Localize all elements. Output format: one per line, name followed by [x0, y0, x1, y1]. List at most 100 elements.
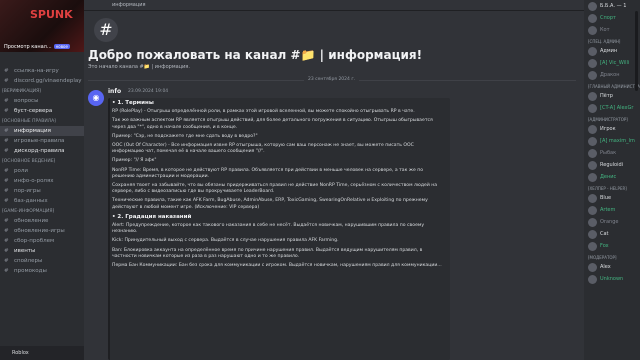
sidebar-item-channel[interactable]: # буст-сервера — [0, 106, 84, 116]
channel-label: ⁅GAME-ИНФОРМАЦИЯ⁆ — [2, 209, 55, 214]
sidebar-item-channel[interactable]: # сбор-проблем — [0, 236, 84, 246]
channel-label: ссылка-на-игру — [14, 68, 59, 74]
author-avatar[interactable]: ◉ — [88, 90, 104, 106]
channel-label: ивенты — [14, 248, 36, 254]
sidebar-item-channel[interactable]: # инфо-о-ролях — [0, 176, 84, 186]
member-item[interactable]: Пётр — [584, 90, 640, 102]
avatar — [588, 71, 597, 80]
member-role-header: ⁅СПЕЦ. АДМИН⁆ — [588, 39, 621, 44]
member-item[interactable]: Игрок — [584, 123, 640, 135]
member-item[interactable]: Б.Б.А. — 1 — [584, 0, 640, 12]
hash-icon: # — [4, 168, 9, 174]
hash-icon: # — [4, 128, 9, 134]
message-author[interactable]: info — [108, 88, 121, 95]
hash-icon: # — [4, 228, 9, 234]
hash-icon: # — [4, 248, 9, 254]
server-banner[interactable]: SPUNK Просмотр канал... новое — [0, 0, 84, 52]
member-item[interactable]: Orange — [584, 216, 640, 228]
channel-category[interactable]: ⁅GAME-ИНФОРМАЦИЯ⁆ — [0, 206, 84, 216]
member-role-header: ⁅МОДЕРАТОР⁆ — [588, 255, 617, 260]
hash-icon: # — [4, 98, 9, 104]
member-item[interactable]: Спорт — [584, 12, 640, 24]
sidebar-item-channel[interactable]: # дискорд-правила — [0, 146, 84, 156]
sidebar-item-channel[interactable]: # ссылка-на-игру — [0, 66, 84, 76]
member-name: Пётр — [600, 93, 613, 99]
sidebar-item-channel[interactable]: # информация — [0, 126, 84, 136]
rules-paragraph: Alert: Предупреждение, которое как таков… — [112, 223, 425, 235]
avatar — [588, 47, 597, 56]
member-item[interactable]: Fox — [584, 240, 640, 252]
avatar — [588, 14, 597, 23]
hash-icon: # — [4, 148, 9, 154]
sidebar-item-channel[interactable]: # промокоды — [0, 266, 84, 276]
member-item[interactable]: Денис — [584, 171, 640, 183]
sidebar-item-channel[interactable]: # вопросы — [0, 96, 84, 106]
channel-label: игровые-правила — [14, 138, 65, 144]
member-name: Unknown — [600, 276, 624, 282]
sidebar-item-channel[interactable]: # обновление — [0, 216, 84, 226]
rules-paragraph: Технические правила, такие как AFK Farm,… — [112, 198, 428, 210]
sidebar-item-channel[interactable]: # спойлеры — [0, 256, 84, 266]
rules-paragraph: Kick: Принудительный выход с сервера. Вы… — [112, 238, 339, 244]
member-name: Artem — [600, 207, 616, 213]
member-item[interactable]: Кот — [584, 24, 640, 36]
member-item[interactable]: Blue — [584, 192, 640, 204]
avatar — [588, 242, 597, 251]
member-name: Alex — [600, 264, 611, 270]
new-badge: новое — [53, 44, 70, 49]
member-item[interactable]: Reguloidi — [584, 159, 640, 171]
channel-label: инфо-о-ролях — [14, 178, 54, 184]
member-item[interactable]: Дракон — [584, 69, 640, 81]
hash-icon: # — [4, 238, 9, 244]
sidebar-item-channel[interactable]: # обновление-игры — [0, 226, 84, 236]
channel-category[interactable]: ⁅ОСНОВНЫЕ ПРАВИЛА⁆ — [0, 116, 84, 126]
user-panel[interactable]: Roblox — [0, 346, 84, 360]
welcome-title: Добро пожаловать на канал #📁 | информаци… — [88, 48, 423, 62]
sidebar-item-channel[interactable]: # баз-данных — [0, 196, 84, 206]
member-item[interactable]: Cat — [584, 228, 640, 240]
sidebar-item-channel[interactable]: # ивенты — [0, 246, 84, 256]
avatar — [588, 59, 597, 68]
channel-label: discord.gg/vinaendeplay — [14, 78, 82, 84]
hash-icon: # — [4, 138, 9, 144]
member-item[interactable]: [A] maxim_lm — [584, 135, 640, 147]
section-title: • 1. Термины — [112, 100, 154, 106]
channel-sidebar: SPUNK Просмотр канал... новое # ссылка-на-… — [0, 0, 84, 360]
member-name: [CT-A] AlexGr — [600, 105, 634, 111]
member-item[interactable]: [A] Vic_Willi — [584, 57, 640, 69]
member-role-header: ⁅ГЛАВНЫЙ АДМИНИСТРАТОР⁆ — [588, 84, 640, 89]
rules-paragraph: OOC (Out Of Character) - Все информация … — [112, 143, 414, 155]
channel-label: пор-игры — [14, 188, 41, 194]
member-item[interactable]: [CT-A] AlexGr — [584, 102, 640, 114]
avatar — [588, 149, 597, 158]
channel-label: промокоды — [14, 268, 47, 274]
avatar — [588, 161, 597, 170]
avatar — [588, 92, 597, 101]
rules-paragraph: Так же важным аспектом RP является отыгр… — [112, 118, 433, 130]
hash-icon: # — [4, 258, 9, 264]
sidebar-item-channel[interactable]: # пор-игры — [0, 186, 84, 196]
member-name: Reguloidi — [600, 162, 624, 168]
avatar — [588, 206, 597, 215]
sidebar-item-channel[interactable]: # discord.gg/vinaendeplay — [0, 76, 84, 86]
rules-paragraph: Пример: "Сэр, не подскажете где мне сдат… — [112, 133, 258, 139]
message-body: • 1. Термины RP (RolePlay) - Отыгрыш опр… — [112, 100, 442, 272]
hash-icon: # — [4, 78, 9, 84]
user-name: Roblox — [12, 350, 29, 356]
channel-label: ⁅ОСНОВНЫЕ ПРАВИЛА⁆ — [2, 119, 56, 124]
member-item[interactable]: Unknown — [584, 273, 640, 285]
member-name: Спорт — [600, 15, 616, 21]
channel-label: роли — [14, 168, 28, 174]
channel-category[interactable]: ⁅ОСНОВНОЕ ВЕДЕНИЕ⁆ — [0, 156, 84, 166]
member-item[interactable]: Artem — [584, 204, 640, 216]
sidebar-item-channel[interactable]: # роли — [0, 166, 84, 176]
member-item[interactable]: Рыбак — [584, 147, 640, 159]
member-item[interactable]: Админ — [584, 45, 640, 57]
channel-label: буст-сервера — [14, 108, 53, 114]
channel-category[interactable]: ⁅ВЕРИФИКАЦИЯ⁆ — [0, 86, 84, 96]
browse-channels-label[interactable]: Просмотр канал... новое — [4, 44, 70, 50]
member-item[interactable]: Alex — [584, 261, 640, 273]
sidebar-item-channel[interactable]: # игровые-правила — [0, 136, 84, 146]
channel-label: обновление-игры — [14, 228, 65, 234]
channel-label: баз-данных — [14, 198, 48, 204]
